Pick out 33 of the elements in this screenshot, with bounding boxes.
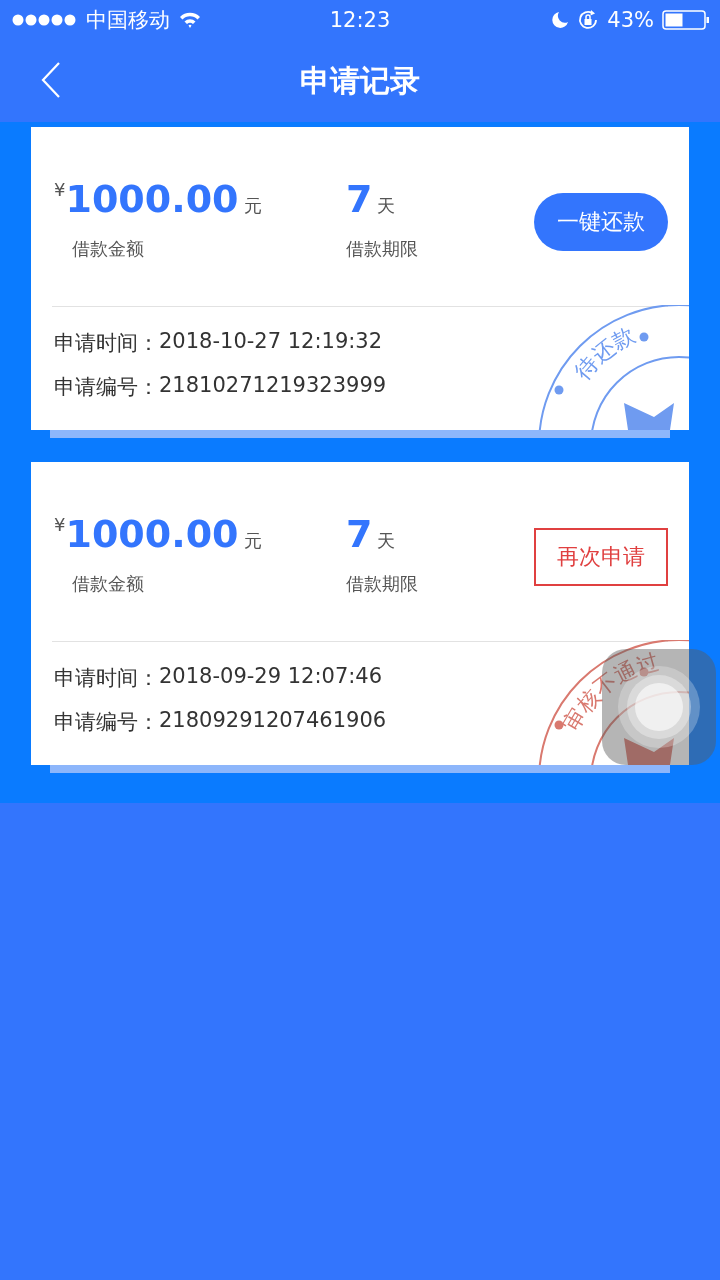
battery-percent: 43% <box>607 8 654 32</box>
time-label: 申请时间： <box>54 330 159 357</box>
currency-symbol: ¥ <box>54 179 66 200</box>
reapply-button[interactable]: 再次申请 <box>534 528 668 586</box>
amount-label: 借款金额 <box>71 572 145 596</box>
wifi-icon <box>178 11 202 29</box>
term-label: 借款期限 <box>346 572 419 596</box>
time-label: 申请时间： <box>54 665 159 692</box>
loan-term: 7 <box>346 512 373 556</box>
loan-amount: 1000.00 <box>65 512 239 556</box>
apply-time: 2018-09-29 12:07:46 <box>159 664 383 690</box>
moon-icon <box>551 11 570 29</box>
clock-time: 12:23 <box>329 8 391 32</box>
apply-number: 21809291207461906 <box>159 708 387 734</box>
number-label: 申请编号： <box>54 374 159 401</box>
term-unit: 天 <box>377 194 396 218</box>
number-label: 申请编号： <box>54 709 159 736</box>
amount-unit: 元 <box>243 194 262 218</box>
amount-unit: 元 <box>243 529 262 553</box>
loan-amount: 1000.00 <box>65 177 239 221</box>
term-unit: 天 <box>377 529 396 553</box>
carrier-name: 中国移动 <box>86 7 170 34</box>
battery-icon <box>662 10 710 30</box>
loan-term: 7 <box>346 177 373 221</box>
term-label: 借款期限 <box>346 237 419 261</box>
repay-button[interactable]: 一键还款 <box>534 193 668 251</box>
amount-label: 借款金额 <box>71 237 145 261</box>
currency-symbol: ¥ <box>54 514 66 535</box>
signal-icon <box>12 14 78 26</box>
page-title: 申请记录 <box>300 61 420 100</box>
rotation-lock-icon <box>577 9 600 31</box>
apply-number: 21810271219323999 <box>159 373 387 399</box>
apply-time: 2018-10-27 12:19:32 <box>159 329 383 355</box>
